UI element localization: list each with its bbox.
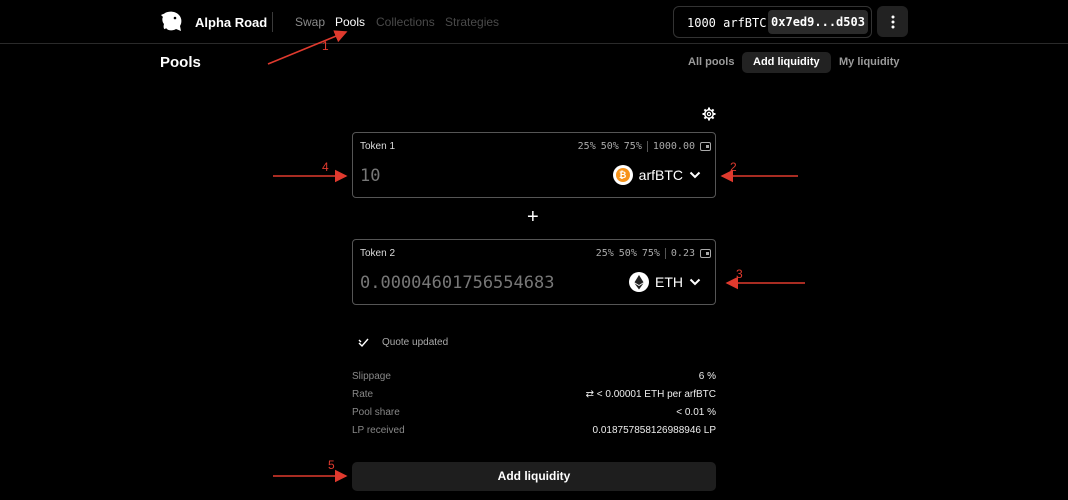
annotation-label-4: 4 — [322, 160, 329, 174]
annotation-arrow-1 — [267, 30, 348, 65]
annotation-overlay — [267, 30, 805, 483]
annotation-label-3: 3 — [736, 267, 743, 281]
annotation-label-5: 5 — [328, 458, 335, 472]
annotation-label-1: 1 — [322, 39, 329, 53]
annotation-label-2: 2 — [730, 160, 737, 174]
